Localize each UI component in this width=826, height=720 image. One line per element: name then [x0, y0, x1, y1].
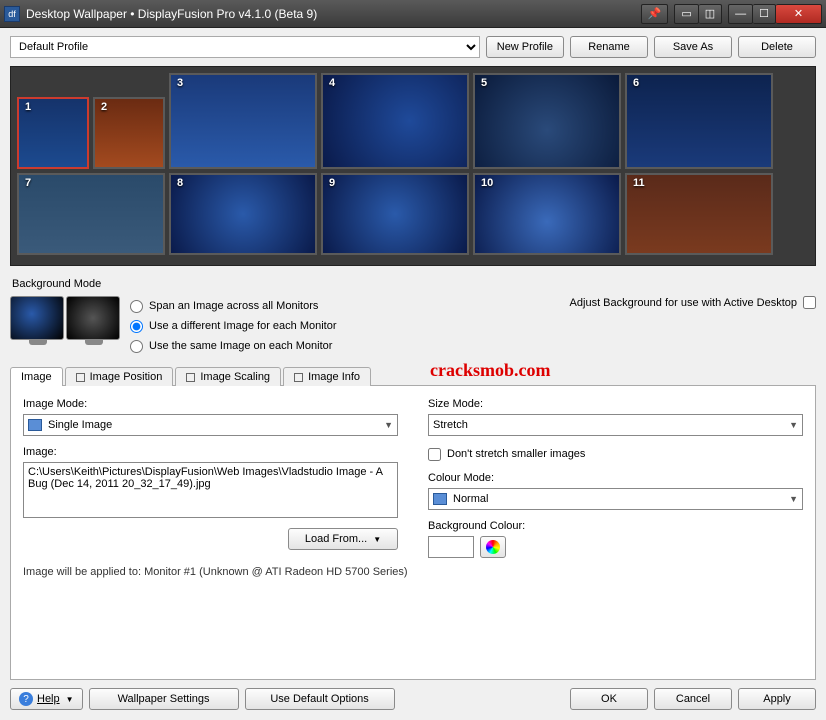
image-icon — [433, 493, 447, 505]
background-mode-thumbs — [10, 296, 120, 340]
maximize-button[interactable]: ☐ — [753, 4, 776, 24]
use-default-options-button[interactable]: Use Default Options — [245, 688, 395, 710]
image-path-label: Image: — [23, 446, 398, 458]
load-from-button[interactable]: Load From...▼ — [288, 528, 398, 550]
delete-button[interactable]: Delete — [738, 36, 816, 58]
help-button[interactable]: ? Help ▼ — [10, 688, 83, 710]
size-mode-select[interactable]: Stretch ▼ — [428, 414, 803, 436]
tab-image-scaling[interactable]: Image Scaling — [175, 367, 281, 386]
monitor-4[interactable]: 4 — [321, 73, 469, 169]
cancel-button[interactable]: Cancel — [654, 688, 732, 710]
background-mode-section: Background Mode Span an Image across all… — [10, 274, 816, 356]
image-icon — [28, 419, 42, 431]
square-icon — [294, 373, 303, 382]
ok-button[interactable]: OK — [570, 688, 648, 710]
tabs: Image Image Position Image Scaling Image… — [10, 366, 816, 386]
tab-image[interactable]: Image — [10, 367, 63, 386]
save-as-button[interactable]: Save As — [654, 36, 732, 58]
monitor-9[interactable]: 9 — [321, 173, 469, 255]
colour-mode-label: Colour Mode: — [428, 472, 803, 484]
thumb-monitor-b — [66, 296, 120, 340]
radio-span[interactable]: Span an Image across all Monitors — [130, 296, 337, 316]
profile-select[interactable]: Default Profile — [10, 36, 480, 58]
chevron-down-icon: ▼ — [789, 494, 798, 504]
background-colour-label: Background Colour: — [428, 520, 803, 532]
adjust-checkbox[interactable] — [803, 296, 816, 309]
image-mode-label: Image Mode: — [23, 398, 398, 410]
monitor-10[interactable]: 10 — [473, 173, 621, 255]
chevron-down-icon: ▼ — [373, 535, 381, 544]
tab-image-info[interactable]: Image Info — [283, 367, 371, 386]
tab-panel-image: Image Mode: Single Image ▼ Image: Load F… — [10, 386, 816, 680]
monitor-2[interactable]: 2 — [93, 97, 165, 169]
pin-button[interactable]: 📌 — [641, 4, 669, 24]
monitor-5[interactable]: 5 — [473, 73, 621, 169]
radio-different[interactable]: Use a different Image for each Monitor — [130, 316, 337, 336]
wallpaper-settings-button[interactable]: Wallpaper Settings — [89, 688, 239, 710]
dont-stretch-checkbox[interactable]: Don't stretch smaller images — [428, 444, 803, 464]
colour-picker-button[interactable] — [480, 536, 506, 558]
monitor-6[interactable]: 6 — [625, 73, 773, 169]
new-profile-button[interactable]: New Profile — [486, 36, 564, 58]
tab-image-position[interactable]: Image Position — [65, 367, 174, 386]
adjust-label: Adjust Background for use with Active De… — [570, 297, 797, 309]
radio-same[interactable]: Use the same Image on each Monitor — [130, 336, 337, 356]
extra-button-1[interactable]: ▭ — [674, 4, 698, 24]
chevron-down-icon: ▼ — [789, 420, 798, 430]
image-path-field[interactable] — [23, 462, 398, 518]
app-icon: df — [4, 6, 20, 22]
monitor-1[interactable]: 1 — [17, 97, 89, 169]
monitor-7[interactable]: 7 — [17, 173, 165, 255]
square-icon — [186, 373, 195, 382]
close-button[interactable]: ✕ — [776, 4, 822, 24]
apply-button[interactable]: Apply — [738, 688, 816, 710]
minimize-button[interactable]: — — [728, 4, 753, 24]
background-mode-radios: Span an Image across all Monitors Use a … — [130, 296, 337, 356]
chevron-down-icon: ▼ — [384, 420, 393, 430]
monitor-3[interactable]: 3 — [169, 73, 317, 169]
chevron-down-icon: ▼ — [66, 695, 74, 704]
monitor-8[interactable]: 8 — [169, 173, 317, 255]
extra-button-2[interactable]: ◫ — [699, 4, 722, 24]
applied-to-status: Image will be applied to: Monitor #1 (Un… — [23, 566, 803, 578]
monitor-grid: 1 2 3 4 5 6 7 8 9 10 11 — [10, 66, 816, 266]
footer: ? Help ▼ Wallpaper Settings Use Default … — [10, 680, 816, 710]
image-mode-select[interactable]: Single Image ▼ — [23, 414, 398, 436]
rename-button[interactable]: Rename — [570, 36, 648, 58]
background-mode-heading: Background Mode — [12, 278, 816, 290]
thumb-monitor-a — [10, 296, 64, 340]
profile-row: Default Profile New Profile Rename Save … — [10, 36, 816, 58]
window-title: Desktop Wallpaper • DisplayFusion Pro v4… — [26, 7, 639, 21]
help-icon: ? — [19, 692, 33, 706]
square-icon — [76, 373, 85, 382]
titlebar: df Desktop Wallpaper • DisplayFusion Pro… — [0, 0, 826, 28]
monitor-11[interactable]: 11 — [625, 173, 773, 255]
adjust-active-desktop: Adjust Background for use with Active De… — [570, 296, 816, 309]
colour-mode-select[interactable]: Normal ▼ — [428, 488, 803, 510]
colour-wheel-icon — [486, 540, 500, 554]
size-mode-label: Size Mode: — [428, 398, 803, 410]
background-colour-swatch[interactable] — [428, 536, 474, 558]
